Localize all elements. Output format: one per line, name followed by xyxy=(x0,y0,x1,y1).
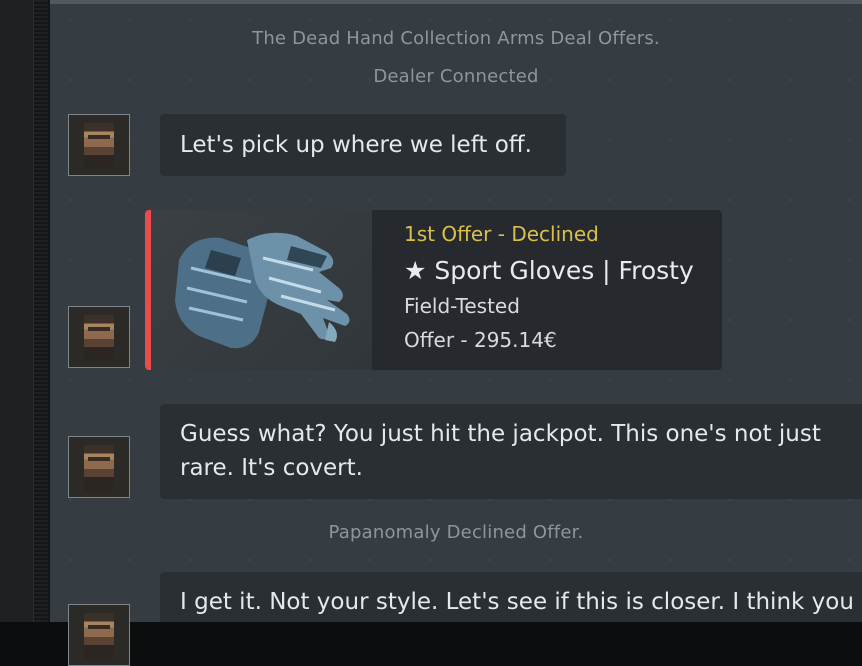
item-thumbnail[interactable] xyxy=(151,210,372,370)
dealer-avatar-eyes xyxy=(88,625,110,629)
dealer-avatar-face xyxy=(84,123,114,169)
chat-bubble-2: Guess what? You just hit the jackpot. Th… xyxy=(160,404,862,499)
left-frame-stripe xyxy=(34,0,48,622)
dealer-avatar xyxy=(68,604,130,666)
chat-bubble-1: Let's pick up where we left off. xyxy=(160,114,566,176)
left-frame-edge xyxy=(0,0,34,622)
dealer-avatar xyxy=(68,436,130,498)
dealer-avatar-face xyxy=(84,613,114,659)
chat-bubble-text: I get it. Not your style. Let's see if t… xyxy=(180,589,854,615)
dealer-avatar-eyes xyxy=(88,457,110,461)
offer-price: Offer - 295.14€ xyxy=(404,328,557,352)
sport-gloves-frosty-icon xyxy=(175,232,350,349)
dealer-avatar xyxy=(68,306,130,368)
offer-card[interactable]: 1st Offer - Declined ★ Sport Gloves | Fr… xyxy=(145,210,722,370)
dealer-avatar-eyes xyxy=(88,327,110,331)
chat-bubble-text-line-1: Guess what? You just hit the jackpot. Th… xyxy=(180,421,821,447)
chat-panel-top-border xyxy=(50,0,862,4)
dealer-avatar xyxy=(68,114,130,176)
left-frame xyxy=(0,0,54,622)
offer-status: 1st Offer - Declined xyxy=(404,222,599,246)
system-message-declined: Papanomaly Declined Offer. xyxy=(328,522,584,543)
chat-bubble-3: I get it. Not your style. Let's see if t… xyxy=(160,572,862,622)
system-message-collection: The Dead Hand Collection Arms Deal Offer… xyxy=(252,28,660,49)
dealer-avatar-face xyxy=(84,315,114,361)
dealer-avatar-face xyxy=(84,445,114,491)
chat-bubble-text-line-2: rare. It's covert. xyxy=(180,455,363,481)
dealer-avatar-eyes xyxy=(88,135,110,139)
chat-bubble-text: Let's pick up where we left off. xyxy=(180,132,532,158)
item-condition: Field-Tested xyxy=(404,294,520,318)
item-name: ★ Sport Gloves | Frosty xyxy=(404,256,694,285)
system-message-dealer-connected: Dealer Connected xyxy=(373,66,539,87)
